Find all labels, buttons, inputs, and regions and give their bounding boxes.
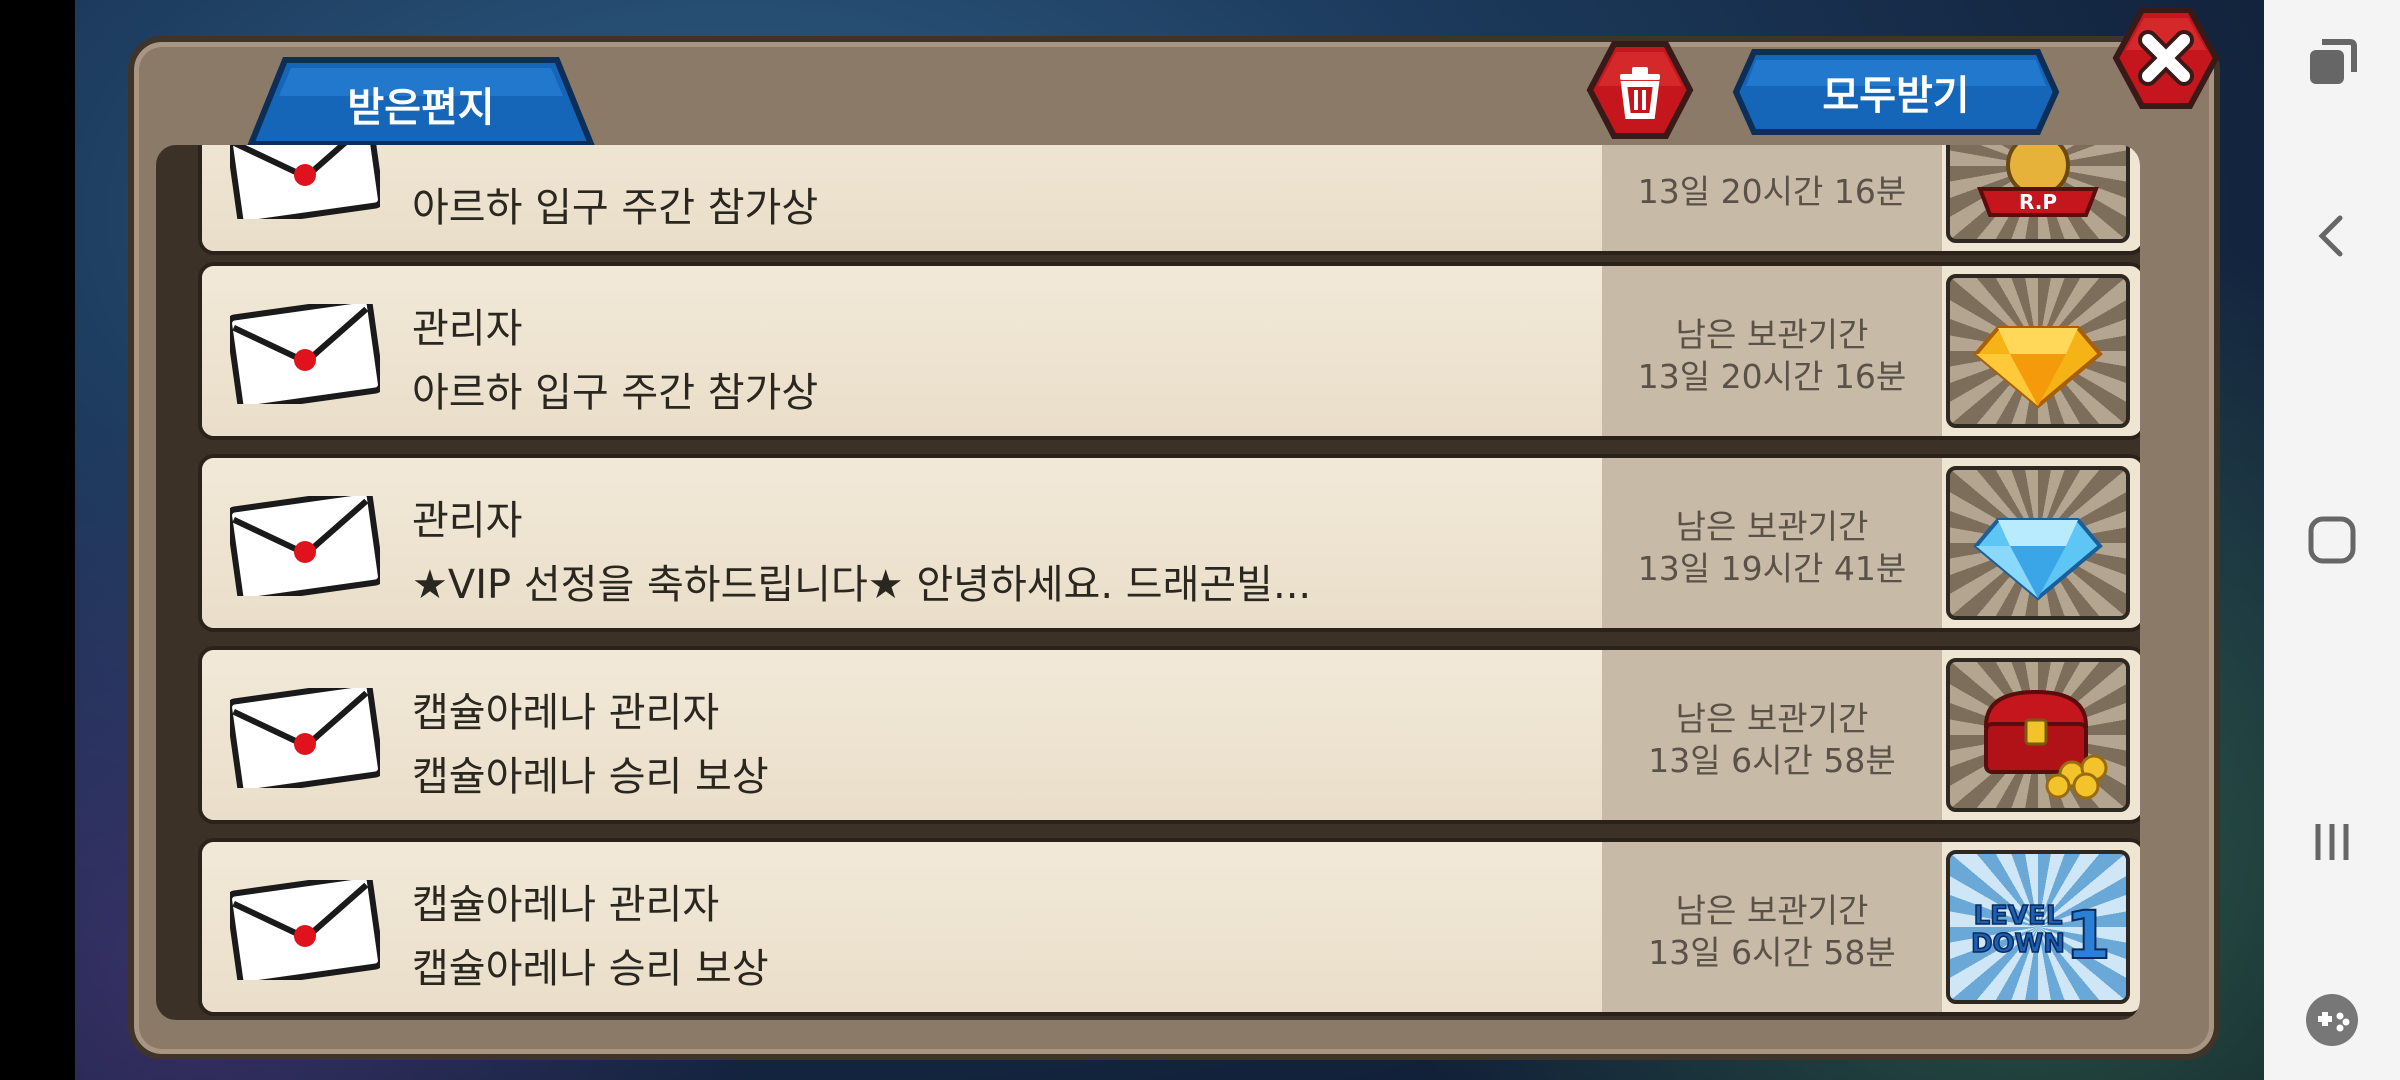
expiry-time: 13일 19시간 41분 <box>1637 549 1907 588</box>
expiry-label: 남은 보관기간 <box>1675 891 1869 930</box>
mail-subject: ★VIP 선정을 축하드립니다★ 안녕하세요. 드래곤빌... <box>412 562 1312 608</box>
mail-expiry: 13일 20시간 16분 <box>1602 145 1942 251</box>
envelope-icon <box>230 688 380 788</box>
reward-item[interactable] <box>1946 466 2130 620</box>
mail-subject: 캡슐아레나 승리 보상 <box>412 754 769 800</box>
rp-badge-text: R.P <box>2019 190 2057 214</box>
reward-item[interactable]: R.P <box>1946 145 2130 243</box>
back-icon <box>2318 215 2343 257</box>
mail-sender: 관리자 <box>412 306 523 352</box>
envelope-icon <box>230 880 380 980</box>
mail-subject: 캡슐아레나 승리 보상 <box>412 946 769 992</box>
receive-all-label: 모두받기 <box>1822 73 1970 119</box>
back-button[interactable] <box>2292 196 2372 276</box>
mail-content: 관리자 ★VIP 선정을 축하드립니다★ 안녕하세요. 드래곤빌... <box>202 458 1602 628</box>
expiry-label: 남은 보관기간 <box>1675 315 1869 354</box>
expiry-time: 13일 20시간 16분 <box>1637 357 1907 396</box>
delete-button[interactable] <box>1586 40 1694 140</box>
mail-content: 캡슐아레나 관리자 캡슐아레나 승리 보상 <box>202 650 1602 820</box>
expiry-time: 13일 20시간 16분 <box>1637 172 1907 211</box>
envelope-icon <box>230 496 380 596</box>
level-number-text: 1 <box>2065 897 2111 974</box>
receive-all-button[interactable]: 모두받기 <box>1732 48 2060 136</box>
mail-content: 관리자 아르하 입구 주간 참가상 <box>202 266 1602 436</box>
mail-sender: 관리자 <box>412 498 523 544</box>
mail-sender: 캡슐아레나 관리자 <box>412 882 720 928</box>
recent-apps-button[interactable] <box>2292 22 2372 102</box>
envelope-icon <box>230 145 380 219</box>
mail-expiry: 남은 보관기간 13일 6시간 58분 <box>1602 650 1942 820</box>
reward-item[interactable]: LEVEL DOWN 1 <box>1946 850 2130 1004</box>
home-button[interactable] <box>2292 500 2372 580</box>
mail-subject: 아르하 입구 주간 참가상 <box>412 185 819 231</box>
mail-row[interactable]: 아르하 입구 주간 참가상 13일 20시간 16분 R.P <box>198 145 2140 255</box>
close-button[interactable] <box>2112 6 2220 110</box>
mail-content: 아르하 입구 주간 참가상 <box>202 145 1602 251</box>
game-tools-button[interactable] <box>2292 980 2372 1060</box>
mail-expiry: 남은 보관기간 13일 19시간 41분 <box>1602 458 1942 628</box>
expiry-time: 13일 6시간 58분 <box>1648 933 1896 972</box>
expiry-time: 13일 6시간 58분 <box>1648 741 1896 780</box>
mail-list[interactable]: 아르하 입구 주간 참가상 13일 20시간 16분 R.P 관리자 아르하 입… <box>156 145 2140 1020</box>
tab-inbox[interactable]: 받은편지 <box>245 52 597 148</box>
overview-icon <box>2315 824 2349 860</box>
level-down-icon: LEVEL DOWN 1 <box>1970 896 2112 975</box>
expiry-label: 남은 보관기간 <box>1675 507 1869 546</box>
mail-content: 캡슐아레나 관리자 캡슐아레나 승리 보상 <box>202 842 1602 1012</box>
trash-icon <box>1586 41 1694 139</box>
mail-row[interactable]: 캡슐아레나 관리자 캡슐아레나 승리 보상 남은 보관기간 13일 6시간 58… <box>198 838 2140 1016</box>
mail-expiry: 남은 보관기간 13일 20시간 16분 <box>1602 266 1942 436</box>
home-icon <box>2308 516 2356 564</box>
level-text: LEVEL <box>1974 901 2063 931</box>
mail-row[interactable]: 관리자 아르하 입구 주간 참가상 남은 보관기간 13일 20시간 16분 <box>198 262 2140 440</box>
mail-row[interactable]: 관리자 ★VIP 선정을 축하드립니다★ 안녕하세요. 드래곤빌... 남은 보… <box>198 454 2140 632</box>
envelope-icon <box>230 304 380 404</box>
mail-sender: 캡슐아레나 관리자 <box>412 690 720 736</box>
recent-apps-icon <box>2310 39 2357 84</box>
tab-inbox-label: 받은편지 <box>347 85 495 131</box>
rp-badge-icon: R.P <box>1977 145 2099 217</box>
mail-row[interactable]: 캡슐아레나 관리자 캡슐아레나 승리 보상 남은 보관기간 13일 6시간 58… <box>198 646 2140 824</box>
blue-diamond-icon <box>1973 518 2103 601</box>
game-tools-icon <box>2306 994 2358 1046</box>
system-navigation-bar <box>2264 0 2400 1080</box>
expiry-label: 남은 보관기간 <box>1675 699 1869 738</box>
mail-expiry: 남은 보관기간 13일 6시간 58분 <box>1602 842 1942 1012</box>
reward-item[interactable] <box>1946 274 2130 428</box>
reward-item[interactable] <box>1946 658 2130 812</box>
down-text: DOWN <box>1971 929 2065 959</box>
mail-subject: 아르하 입구 주간 참가상 <box>412 370 819 416</box>
close-icon <box>2112 7 2220 109</box>
gold-gem-icon <box>1973 326 2103 409</box>
treasure-chest-icon <box>1983 689 2108 800</box>
overview-button[interactable] <box>2292 802 2372 882</box>
